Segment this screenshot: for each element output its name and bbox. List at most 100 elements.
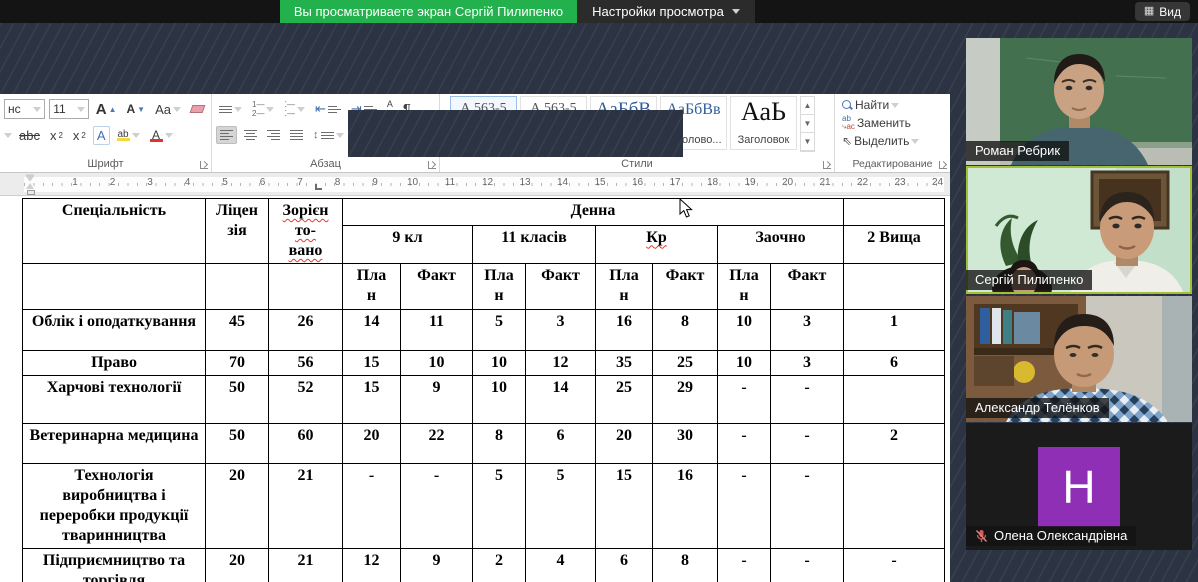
- row-name[interactable]: Ветеринарна медицина: [23, 424, 206, 464]
- header-empty[interactable]: [844, 199, 945, 226]
- row-value[interactable]: 12: [343, 549, 401, 582]
- row-value[interactable]: 3: [526, 310, 596, 351]
- row-value[interactable]: -: [718, 376, 771, 424]
- header-license[interactable]: Ліцензія: [206, 199, 269, 264]
- row-value[interactable]: 11: [401, 310, 473, 351]
- row-value[interactable]: 8: [653, 310, 718, 351]
- header-plan[interactable]: План: [343, 264, 401, 310]
- header-group[interactable]: 11 класів: [473, 225, 596, 263]
- text-effects-button[interactable]: A: [93, 126, 110, 145]
- row-value[interactable]: 5: [473, 464, 526, 549]
- row-value[interactable]: 6: [526, 424, 596, 464]
- row-value[interactable]: 10: [473, 376, 526, 424]
- row-value[interactable]: -: [771, 424, 844, 464]
- font-color-button[interactable]: А: [147, 128, 176, 143]
- row-value[interactable]: 5: [473, 310, 526, 351]
- row-value[interactable]: 10: [473, 351, 526, 376]
- header-empty[interactable]: [269, 264, 343, 310]
- header-fact[interactable]: Факт: [401, 264, 473, 310]
- font-dialog-launcher[interactable]: [200, 161, 208, 169]
- document-page[interactable]: СпеціальністьЛіцензіяЗорієнто-ваноДенна9…: [0, 196, 950, 582]
- row-value[interactable]: 21: [269, 464, 343, 549]
- indent-markers[interactable]: [26, 175, 35, 193]
- numbering-button[interactable]: 1—2—: [249, 99, 277, 119]
- row-value[interactable]: 2: [473, 549, 526, 582]
- row-value[interactable]: -: [771, 376, 844, 424]
- shrink-font-button[interactable]: A▼: [124, 101, 149, 117]
- view-button[interactable]: ▦ Вид: [1135, 2, 1190, 21]
- row-value[interactable]: 56: [269, 351, 343, 376]
- row-value[interactable]: 50: [206, 424, 269, 464]
- multilevel-list-button[interactable]: ⁚—⁚—: [281, 99, 308, 119]
- row-value[interactable]: 6: [844, 351, 945, 376]
- tab-stop-marker[interactable]: [315, 184, 322, 190]
- grow-font-button[interactable]: A▲: [93, 100, 120, 119]
- row-value[interactable]: 10: [718, 351, 771, 376]
- row-value[interactable]: [844, 376, 945, 424]
- editing-dialog-launcher[interactable]: [939, 161, 947, 169]
- font-size-combo[interactable]: 11: [49, 99, 89, 119]
- row-value[interactable]: 29: [653, 376, 718, 424]
- row-value[interactable]: 22: [401, 424, 473, 464]
- row-value[interactable]: -: [771, 549, 844, 582]
- gallery-more-arrow[interactable]: ▼: [801, 133, 814, 151]
- row-value[interactable]: 3: [771, 310, 844, 351]
- row-value[interactable]: -: [718, 424, 771, 464]
- row-name[interactable]: Право: [23, 351, 206, 376]
- find-button[interactable]: Найти: [839, 97, 946, 113]
- row-value[interactable]: 35: [596, 351, 653, 376]
- row-value[interactable]: 8: [473, 424, 526, 464]
- row-value[interactable]: 45: [206, 310, 269, 351]
- underline-menu-chevron[interactable]: [4, 133, 12, 142]
- row-value[interactable]: [844, 464, 945, 549]
- line-spacing-button[interactable]: ↕: [310, 128, 347, 143]
- row-value[interactable]: 21: [269, 549, 343, 582]
- row-name[interactable]: Технологія виробництва і переробки проду…: [23, 464, 206, 549]
- header-group[interactable]: Заочно: [718, 225, 844, 263]
- strikethrough-button[interactable]: abc: [16, 127, 43, 144]
- row-value[interactable]: 15: [343, 376, 401, 424]
- align-left-button[interactable]: [216, 126, 237, 144]
- row-value[interactable]: 20: [596, 424, 653, 464]
- select-button[interactable]: ⇖ Выделить: [839, 133, 946, 149]
- styles-gallery-scrollbar[interactable]: ▲ ▼ ▼: [800, 96, 815, 152]
- row-value[interactable]: -: [343, 464, 401, 549]
- header-denna[interactable]: Денна: [343, 199, 844, 226]
- row-value[interactable]: -: [771, 464, 844, 549]
- row-name[interactable]: Облік і оподаткування: [23, 310, 206, 351]
- styles-dialog-launcher[interactable]: [823, 161, 831, 169]
- row-value[interactable]: -: [844, 549, 945, 582]
- admissions-table[interactable]: СпеціальністьЛіцензіяЗорієнто-ваноДенна9…: [22, 198, 945, 582]
- row-value[interactable]: 9: [401, 376, 473, 424]
- view-settings-button[interactable]: Настройки просмотра: [577, 0, 755, 23]
- justify-button[interactable]: [287, 127, 306, 143]
- row-value[interactable]: 14: [526, 376, 596, 424]
- header-empty[interactable]: [23, 264, 206, 310]
- row-value[interactable]: 2: [844, 424, 945, 464]
- row-value[interactable]: 60: [269, 424, 343, 464]
- row-value[interactable]: 16: [596, 310, 653, 351]
- row-value[interactable]: 4: [526, 549, 596, 582]
- paragraph-dialog-launcher[interactable]: [428, 161, 436, 169]
- header-fact[interactable]: Факт: [771, 264, 844, 310]
- row-value[interactable]: 52: [269, 376, 343, 424]
- row-value[interactable]: 15: [343, 351, 401, 376]
- row-value[interactable]: -: [718, 549, 771, 582]
- decrease-indent-button[interactable]: ⇤: [312, 100, 344, 118]
- subscript-button[interactable]: x2: [47, 127, 66, 144]
- row-value[interactable]: 16: [653, 464, 718, 549]
- video-tile-2[interactable]: Сергій Пилипенко: [966, 166, 1192, 294]
- row-value[interactable]: -: [718, 464, 771, 549]
- header-empty[interactable]: [844, 264, 945, 310]
- row-value[interactable]: 8: [653, 549, 718, 582]
- row-value[interactable]: 20: [343, 424, 401, 464]
- clear-formatting-button[interactable]: [188, 104, 207, 114]
- header-plan[interactable]: План: [596, 264, 653, 310]
- style-card-5[interactable]: АаЬ Заголовок: [730, 96, 797, 150]
- superscript-button[interactable]: x2: [70, 127, 89, 144]
- replace-button[interactable]: ab⤷ac Заменить: [839, 114, 946, 132]
- bullets-button[interactable]: [216, 102, 245, 117]
- header-fact[interactable]: Факт: [653, 264, 718, 310]
- row-value[interactable]: 1: [844, 310, 945, 351]
- row-value[interactable]: 25: [653, 351, 718, 376]
